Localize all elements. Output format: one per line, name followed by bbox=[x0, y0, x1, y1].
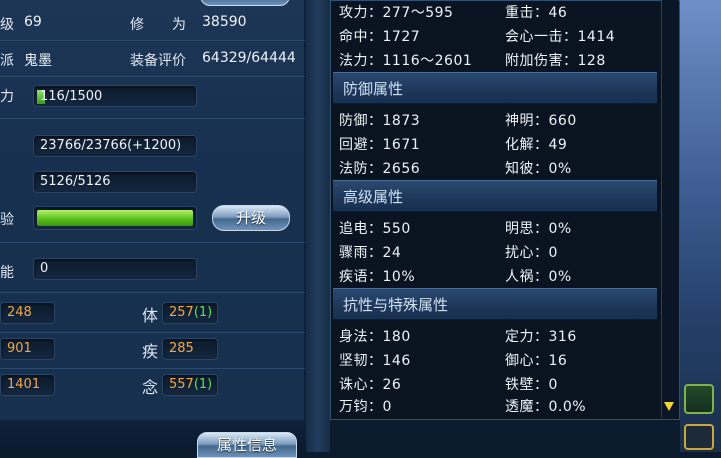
stat-left-field-1: 248 bbox=[0, 302, 55, 324]
attr-magic-defense: 法防：2656 bbox=[339, 161, 421, 177]
stat-right-value: 285 bbox=[169, 341, 194, 356]
attr-accuracy: 命中：1727 bbox=[339, 29, 421, 45]
row-separator bbox=[0, 292, 305, 293]
top-cutoff-button[interactable] bbox=[200, 0, 290, 6]
cultivation-value: 38590 bbox=[202, 14, 247, 30]
defense-section-header: 防御属性 bbox=[333, 72, 657, 104]
attribute-scrollbar[interactable] bbox=[661, 0, 678, 418]
mp-field: 5126/5126 bbox=[33, 171, 197, 193]
stat-right-value: 557 bbox=[169, 377, 194, 392]
attr-magic-pierce: 透魔：0.0% bbox=[505, 399, 587, 415]
attr-critical: 会心一击：1414 bbox=[505, 29, 616, 45]
attr-swift-speech: 疾语：10% bbox=[339, 269, 416, 285]
attr-mind-guard: 御心：16 bbox=[505, 353, 568, 369]
faction-label: 派 bbox=[0, 53, 14, 69]
stat-right-value: 257 bbox=[169, 305, 194, 320]
side-slot-icon[interactable] bbox=[684, 424, 714, 450]
attr-resolve: 化解：49 bbox=[505, 137, 568, 153]
power-label: 力 bbox=[0, 89, 14, 105]
resist-section-header: 抗性与特殊属性 bbox=[333, 288, 657, 320]
row-separator bbox=[0, 242, 305, 243]
attr-toughness: 坚韧：146 bbox=[339, 353, 411, 369]
attr-heavy-hit: 重击：46 bbox=[505, 5, 568, 21]
exp-label: 验 bbox=[0, 212, 14, 228]
attr-iron-wall: 铁壁：0 bbox=[505, 377, 558, 393]
stat-right-field-3: 557(1) bbox=[162, 374, 218, 396]
attr-calamity: 人祸：0% bbox=[505, 269, 572, 285]
exp-bar bbox=[33, 206, 197, 230]
rating-label: 装备评价 bbox=[130, 53, 186, 69]
stat-left-field-3: 1401 bbox=[0, 374, 55, 396]
level-value: 69 bbox=[24, 14, 42, 30]
exp-bar-fill bbox=[37, 210, 193, 226]
stat-right-label: 念 bbox=[142, 378, 159, 397]
attr-extra-damage: 附加伤害：128 bbox=[505, 53, 606, 69]
stat-left-field-2: 901 bbox=[0, 338, 55, 360]
stat-right-field-2: 285 bbox=[162, 338, 218, 360]
row-separator bbox=[0, 40, 305, 41]
attr-divine: 神明：660 bbox=[505, 113, 577, 129]
cultivation-label: 修 为 bbox=[130, 17, 186, 33]
stat-left-value: 248 bbox=[7, 305, 32, 320]
rating-value: 64329/64444 bbox=[202, 50, 296, 66]
attr-evasion: 回避：1671 bbox=[339, 137, 421, 153]
power-field: 116/1500 bbox=[33, 85, 197, 107]
attr-clarity: 明思：0% bbox=[505, 221, 572, 237]
stat-right-bonus: (1) bbox=[193, 377, 213, 392]
attr-attack-power: 攻力：277～595 bbox=[339, 5, 454, 21]
skill-field: 0 bbox=[33, 258, 197, 280]
stat-right-field-1: 257(1) bbox=[162, 302, 218, 324]
hp-value: 23766/23766(+1200) bbox=[40, 138, 182, 153]
stat-right-bonus: (1) bbox=[193, 305, 213, 320]
attribute-info-button[interactable]: 属性信息 bbox=[197, 432, 297, 458]
attr-steadiness: 定力：316 bbox=[505, 329, 577, 345]
attr-heavy-weight: 万钧：0 bbox=[339, 399, 392, 415]
attr-storm: 骤雨：24 bbox=[339, 245, 402, 261]
advanced-section-header: 高级属性 bbox=[333, 180, 657, 212]
attr-disturb: 扰心：0 bbox=[505, 245, 558, 261]
hp-field: 23766/23766(+1200) bbox=[33, 135, 197, 157]
attr-magic-power: 法力：1116～2601 bbox=[339, 53, 473, 69]
stat-left-value: 1401 bbox=[7, 377, 41, 392]
side-slot-icon[interactable] bbox=[684, 384, 714, 414]
skill-value: 0 bbox=[40, 261, 49, 276]
stat-left-value: 901 bbox=[7, 341, 32, 356]
attr-heart-pierce: 诛心：26 bbox=[339, 377, 402, 393]
stat-right-label: 体 bbox=[142, 306, 159, 325]
scroll-down-arrow-icon[interactable] bbox=[664, 402, 674, 411]
mp-value: 5126/5126 bbox=[40, 174, 111, 189]
faction-value: 鬼墨 bbox=[24, 53, 52, 69]
attr-lightning: 追电：550 bbox=[339, 221, 411, 237]
row-separator bbox=[0, 368, 305, 369]
attr-agility: 身法：180 bbox=[339, 329, 411, 345]
power-value: 116/1500 bbox=[40, 89, 103, 104]
skill-label: 能 bbox=[0, 265, 14, 281]
panel-divider bbox=[306, 0, 330, 452]
row-separator bbox=[0, 332, 305, 333]
level-label: 级 bbox=[0, 17, 14, 33]
row-separator bbox=[0, 118, 305, 119]
stat-right-label: 疾 bbox=[142, 342, 159, 361]
attr-defense: 防御：1873 bbox=[339, 113, 421, 129]
attr-insight: 知彼：0% bbox=[505, 161, 572, 177]
upgrade-button[interactable]: 升级 bbox=[212, 205, 290, 231]
row-separator bbox=[0, 76, 305, 77]
